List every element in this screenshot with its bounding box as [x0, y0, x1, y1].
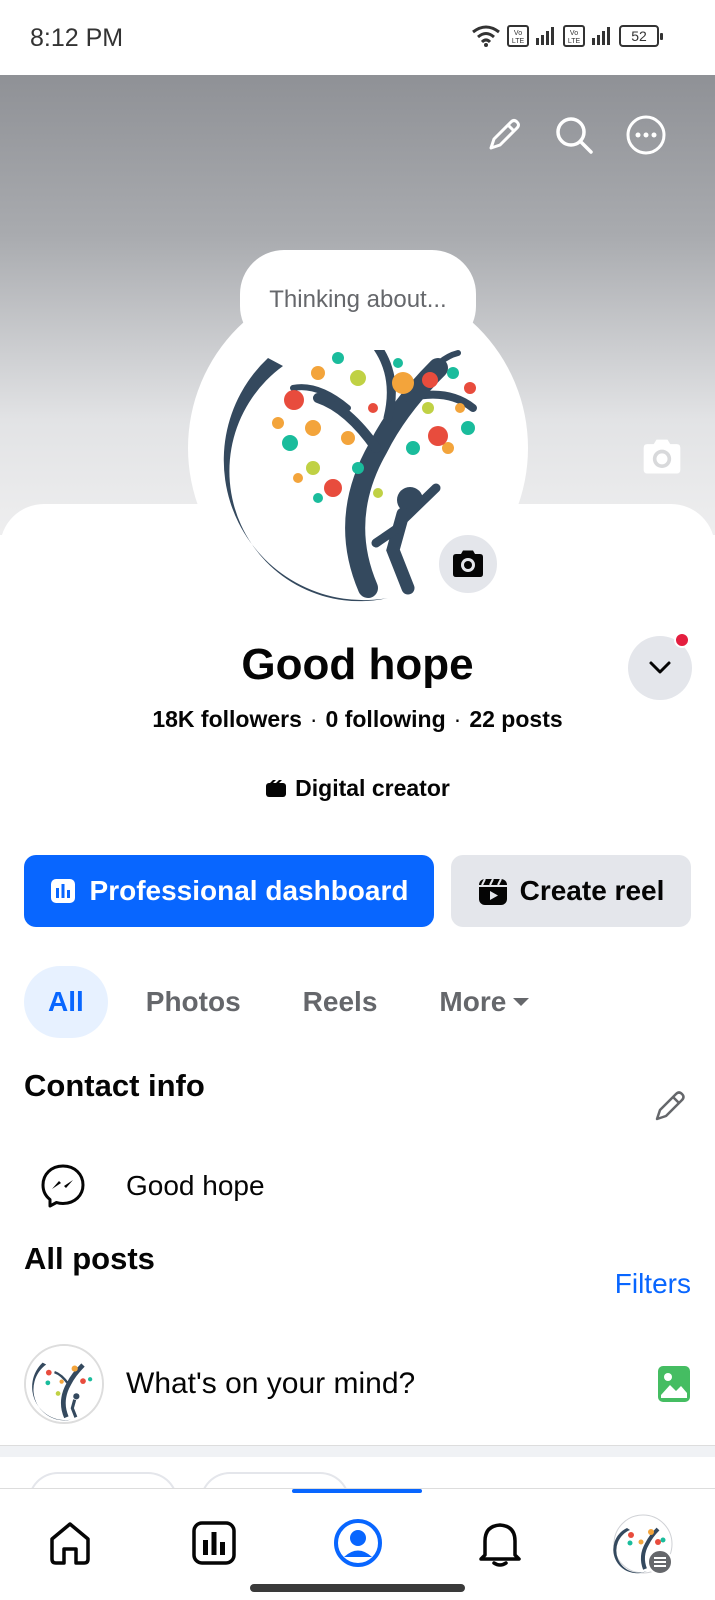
profile-category: Digital creator [0, 775, 715, 802]
chevron-down-icon [649, 661, 671, 674]
contact-value: Good hope [126, 1170, 265, 1201]
avatar[interactable] [24, 1344, 104, 1424]
professional-dashboard-label: Professional dashboard [89, 875, 409, 906]
nav-notifications[interactable] [470, 1513, 530, 1573]
followers-count[interactable]: 18K followers [152, 706, 302, 732]
contact-item-messenger[interactable]: Good hope [40, 1163, 265, 1209]
tab-more[interactable]: More [415, 966, 554, 1038]
professional-dashboard-button[interactable]: Professional dashboard [24, 855, 434, 927]
search-icon[interactable] [552, 113, 596, 157]
post-composer[interactable]: What's on your mind? [24, 1344, 691, 1424]
dashboard-icon [50, 879, 75, 903]
volte-icon: Vo LTE [563, 25, 585, 47]
tab-more-label: More [439, 986, 507, 1017]
camera-icon [453, 550, 483, 577]
nav-menu[interactable] [612, 1513, 676, 1577]
section-divider [0, 1445, 715, 1457]
contact-info-title: Contact info [24, 1068, 205, 1103]
svg-text:Vo: Vo [514, 30, 522, 37]
system-home-indicator[interactable] [250, 1584, 465, 1592]
filters-link[interactable]: Filters [615, 1268, 691, 1300]
svg-text:Vo: Vo [570, 30, 578, 37]
messenger-icon [41, 1164, 85, 1208]
more-icon[interactable] [624, 113, 668, 157]
battery-icon: 52 [619, 25, 663, 47]
nav-home[interactable] [40, 1513, 100, 1573]
tab-all[interactable]: All [24, 966, 108, 1038]
status-icons: Vo LTE Vo LTE 52 [471, 24, 663, 48]
avatar-camera-button[interactable] [436, 532, 500, 596]
signal-icon [592, 27, 610, 45]
following-count[interactable]: 0 following [326, 706, 446, 732]
clapperboard-icon [266, 779, 287, 797]
category-label: Digital creator [295, 775, 450, 801]
thought-bubble[interactable]: Thinking about... [240, 250, 476, 350]
tab-photos[interactable]: Photos [122, 966, 265, 1038]
edit-contact-icon[interactable] [652, 1088, 688, 1129]
profile-stats: 18K followers · 0 following · 22 posts [0, 706, 715, 733]
nav-profile[interactable] [328, 1513, 388, 1573]
dashboard-icon [192, 1521, 236, 1565]
profile-icon [334, 1519, 382, 1567]
pencil-icon[interactable] [482, 113, 526, 157]
stats-separator: · [309, 706, 318, 732]
create-reel-button[interactable]: Create reel [451, 855, 691, 927]
svg-text:LTE: LTE [568, 38, 581, 45]
active-tab-indicator [292, 1489, 422, 1493]
profile-tabs: All Photos Reels More [24, 966, 568, 1038]
stats-separator: · [453, 706, 462, 732]
posts-count: 22 posts [469, 706, 563, 732]
wifi-icon [472, 25, 500, 47]
create-reel-label: Create reel [519, 875, 665, 906]
profile-name: Good hope [241, 640, 474, 689]
reel-icon [478, 878, 507, 905]
composer-placeholder[interactable]: What's on your mind? [126, 1367, 657, 1401]
avatar-menu-icon [613, 1514, 673, 1575]
camera-icon[interactable] [640, 435, 684, 479]
volte-icon: Vo LTE [507, 25, 529, 47]
caret-down-icon [513, 998, 530, 1006]
svg-text:LTE: LTE [512, 38, 525, 45]
bell-icon [479, 1523, 521, 1567]
status-time: 8:12 PM [30, 24, 124, 52]
notification-dot [674, 632, 690, 648]
nav-dashboard[interactable] [184, 1513, 244, 1573]
signal-icon [536, 27, 554, 45]
all-posts-title: All posts [24, 1241, 155, 1276]
tab-reels[interactable]: Reels [279, 966, 402, 1038]
photo-icon[interactable] [657, 1365, 691, 1403]
status-bar: 8:12 PM Vo LTE Vo LTE 52 [0, 0, 715, 75]
home-icon [50, 1522, 90, 1565]
